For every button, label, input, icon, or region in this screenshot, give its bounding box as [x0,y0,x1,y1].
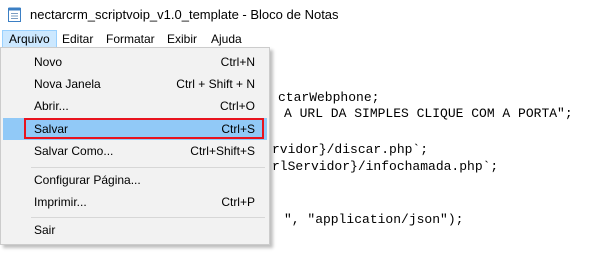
highlight-annotation-box [24,118,264,139]
menu-item-salvar-como[interactable]: Salvar Como... Ctrl+Shift+S [3,140,267,162]
menu-exibir[interactable]: Exibir [161,30,203,48]
menu-editar[interactable]: Editar [56,30,99,48]
menu-item-novo[interactable]: Novo Ctrl+N [3,51,267,73]
code-line: rlServidor}/infochamada.php`; [272,159,499,174]
menu-separator [31,217,265,218]
menu-item-label: Abrir... [34,99,69,113]
title-bar: nectarcrm_scriptvoip_v1.0_template - Blo… [0,0,590,30]
menu-bar: Arquivo Editar Formatar Exibir Ajuda [0,30,590,48]
menu-item-shortcut: Ctrl+O [219,99,255,113]
menu-item-sair[interactable]: Sair [3,219,267,241]
menu-item-abrir[interactable]: Abrir... Ctrl+O [3,95,267,117]
menu-item-shortcut: Ctrl + Shift + N [176,77,255,91]
notepad-icon [8,7,21,22]
window-title: nectarcrm_scriptvoip_v1.0_template - Blo… [30,7,339,22]
menu-item-label: Novo [34,55,63,69]
menu-item-label: Imprimir... [34,195,87,209]
code-line: ", "application/json"); [284,212,464,227]
menu-formatar[interactable]: Formatar [100,30,161,48]
menu-item-label: Salvar Como... [34,144,114,158]
menu-item-configurar-pagina[interactable]: Configurar Página... [3,169,267,191]
menu-arquivo[interactable]: Arquivo [2,30,57,48]
file-menu-dropdown: Novo Ctrl+N Nova Janela Ctrl + Shift + N… [0,47,270,245]
menu-item-shortcut: Ctrl+Shift+S [190,144,255,158]
code-line: A URL DA SIMPLES CLIQUE COM A PORTA"; [284,106,573,121]
menu-item-label: Nova Janela [34,77,101,91]
menu-separator [31,167,265,168]
menu-item-imprimir[interactable]: Imprimir... Ctrl+P [3,191,267,213]
menu-item-shortcut: Ctrl+N [220,55,255,69]
code-line: rvidor}/discar.php`; [272,142,429,157]
menu-item-label: Configurar Página... [34,173,141,187]
menu-item-nova-janela[interactable]: Nova Janela Ctrl + Shift + N [3,73,267,95]
code-line: ctarWebphone; [278,90,380,105]
menu-ajuda[interactable]: Ajuda [205,30,248,48]
menu-item-shortcut: Ctrl+P [221,195,255,209]
menu-item-label: Sair [34,223,56,237]
